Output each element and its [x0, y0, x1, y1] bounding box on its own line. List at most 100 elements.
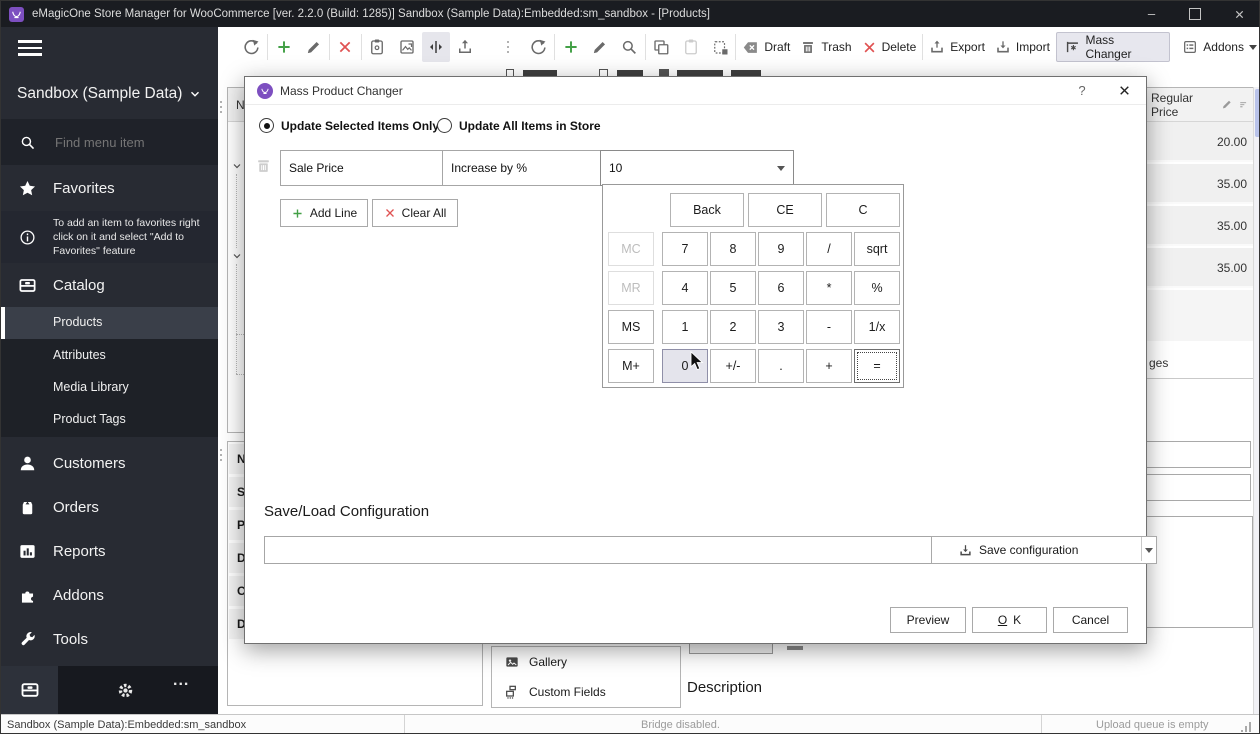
calc-key-back[interactable]: Back	[670, 193, 744, 227]
edit-pencil-icon[interactable]	[586, 32, 613, 62]
form-input-fragment[interactable]	[1143, 441, 1251, 468]
sidebar-search[interactable]	[1, 119, 218, 165]
add-icon[interactable]	[270, 32, 297, 62]
calc-key-6[interactable]: 6	[758, 271, 804, 305]
calc-key-8[interactable]: 8	[710, 232, 756, 266]
minimize-button[interactable]	[1129, 1, 1173, 27]
regular-price-column-header[interactable]: Regular Price	[1151, 91, 1216, 119]
sidebar-item-catalog[interactable]: Catalog	[1, 263, 218, 307]
sidebar-item-favorites[interactable]: Favorites	[1, 165, 218, 211]
search-icon[interactable]	[615, 32, 642, 62]
sidebar-item-media-library[interactable]: Media Library	[53, 380, 129, 394]
draft-button[interactable]: Draft	[738, 32, 794, 62]
maximize-button[interactable]	[1173, 1, 1217, 27]
add-icon[interactable]	[557, 32, 584, 62]
calc-key-1[interactable]: 1	[662, 310, 708, 344]
catalog-tab-active[interactable]	[1, 666, 58, 714]
sidebar-item-product-tags[interactable]: Product Tags	[53, 412, 126, 426]
preview-clipboard-icon[interactable]	[364, 32, 391, 62]
help-button[interactable]: ?	[1062, 83, 1102, 98]
sidebar-item-tools[interactable]: Tools	[1, 617, 218, 661]
regular-price-cell[interactable]: 20.00	[1217, 135, 1247, 149]
tree-expand-chevron-icon[interactable]	[231, 250, 243, 262]
sidebar-item-products-selected[interactable]: Products	[1, 307, 218, 339]
split-columns-icon[interactable]	[422, 32, 449, 62]
mass-changer-button[interactable]: Mass Changer	[1056, 32, 1170, 62]
calc-key-sqrt[interactable]: sqrt	[854, 232, 900, 266]
sidebar-item-customers[interactable]: Customers	[1, 441, 218, 485]
calc-key-7[interactable]: 7	[662, 232, 708, 266]
upload-icon[interactable]	[452, 32, 479, 62]
sidebar-item-attributes[interactable]: Attributes	[53, 348, 106, 362]
calc-key-ms[interactable]: MS	[608, 310, 654, 344]
radio-update-all[interactable]: Update All Items in Store	[437, 118, 601, 133]
edit-pencil-icon[interactable]	[299, 32, 326, 62]
clear-all-button[interactable]: Clear All	[372, 199, 458, 227]
calc-key-reciprocal[interactable]: 1/x	[854, 310, 900, 344]
regular-price-cell[interactable]: 35.00	[1217, 219, 1247, 233]
calc-key-mplus[interactable]: M+	[608, 349, 654, 383]
hamburger-menu-icon[interactable]	[18, 40, 42, 56]
store-selector[interactable]: Sandbox (Sample Data)	[1, 77, 218, 111]
close-window-button[interactable]	[1217, 1, 1260, 27]
tab-custom-fields[interactable]: Custom Fields	[492, 677, 680, 707]
edit-pencil-icon[interactable]	[1221, 98, 1233, 111]
search-input[interactable]	[53, 134, 197, 151]
addons-dropdown-button[interactable]: Addons	[1178, 32, 1260, 62]
vertical-splitter-handle[interactable]	[220, 101, 222, 113]
preview-button[interactable]: Preview	[890, 607, 966, 633]
delete-x-icon[interactable]	[332, 32, 359, 62]
sidebar-item-orders[interactable]: Orders	[1, 485, 218, 529]
ok-button[interactable]: OK	[972, 607, 1047, 633]
resize-grip[interactable]	[1241, 722, 1251, 732]
sort-icon[interactable]	[1238, 99, 1249, 111]
calc-key-plusminus[interactable]: +/-	[710, 349, 756, 383]
calc-key-multiply[interactable]: *	[806, 271, 852, 305]
cancel-button[interactable]: Cancel	[1053, 607, 1128, 633]
calc-key-decimal[interactable]: .	[758, 349, 804, 383]
regular-price-cell[interactable]: 35.00	[1217, 177, 1247, 191]
refresh-icon[interactable]	[238, 32, 265, 62]
calc-key-2[interactable]: 2	[710, 310, 756, 344]
vertical-splitter-handle[interactable]	[220, 449, 222, 461]
toolbar-drag-handle[interactable]	[507, 41, 509, 53]
tree-expand-chevron-icon[interactable]	[231, 160, 243, 172]
delete-button[interactable]: Delete	[858, 32, 921, 62]
calc-key-equals[interactable]: =	[854, 349, 900, 383]
tab-gallery[interactable]: Gallery	[492, 647, 680, 677]
vertical-scrollbar[interactable]	[1253, 87, 1260, 714]
calc-key-9[interactable]: 9	[758, 232, 804, 266]
calc-key-plus[interactable]: +	[806, 349, 852, 383]
calc-key-4[interactable]: 4	[662, 271, 708, 305]
export-button[interactable]: Export	[925, 32, 989, 62]
copy-icon[interactable]	[648, 32, 675, 62]
sidebar-item-reports[interactable]: Reports	[1, 529, 218, 573]
form-input-fragment[interactable]	[1143, 474, 1251, 501]
calc-key-divide[interactable]: /	[806, 232, 852, 266]
settings-gear-icon[interactable]	[116, 681, 135, 700]
calc-key-3[interactable]: 3	[758, 310, 804, 344]
refresh-icon[interactable]	[525, 32, 552, 62]
regular-price-cell[interactable]: 35.00	[1217, 261, 1247, 275]
image-edit-icon[interactable]	[393, 32, 420, 62]
save-configuration-button[interactable]: Save configuration	[931, 536, 1157, 564]
add-line-button[interactable]: Add Line	[280, 199, 368, 227]
close-dialog-button[interactable]	[1102, 84, 1146, 97]
import-button[interactable]: Import	[991, 32, 1054, 62]
sidebar-item-addons[interactable]: Addons	[1, 573, 218, 617]
paste-special-icon[interactable]	[706, 32, 733, 62]
amount-combobox[interactable]: 10	[600, 150, 794, 186]
calc-key-percent[interactable]: %	[854, 271, 900, 305]
calc-key-ce[interactable]: CE	[748, 193, 822, 227]
form-textarea-fragment[interactable]	[1143, 516, 1253, 628]
radio-update-selected[interactable]: Update Selected Items Only	[259, 118, 439, 133]
scrollbar-thumb[interactable]	[1255, 89, 1260, 137]
calc-key-c[interactable]: C	[826, 193, 900, 227]
trash-button[interactable]: Trash	[796, 32, 855, 62]
mass-product-changer-dialog: Mass Product Changer ? Update Selected I…	[244, 76, 1147, 644]
configuration-combobox[interactable]	[264, 536, 959, 564]
more-options-button[interactable]: ...	[173, 672, 189, 690]
chevron-down-icon[interactable]	[1145, 548, 1153, 553]
calc-key-minus[interactable]: -	[806, 310, 852, 344]
calc-key-5[interactable]: 5	[710, 271, 756, 305]
